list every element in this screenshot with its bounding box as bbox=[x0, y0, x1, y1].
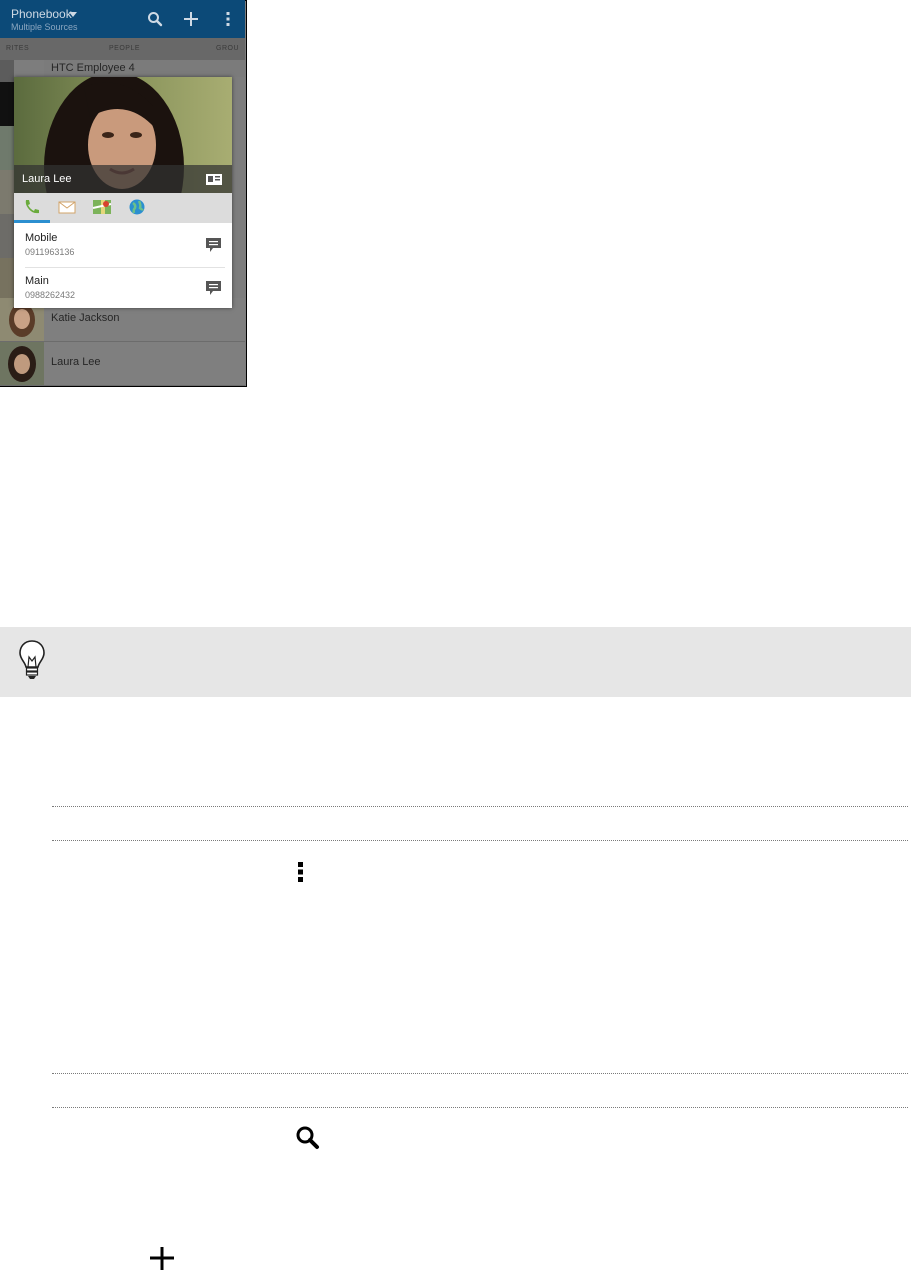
contact-name: Laura Lee bbox=[51, 356, 101, 368]
app-title[interactable]: Phonebook bbox=[11, 7, 72, 21]
search-icon bbox=[296, 1126, 319, 1149]
behind-entry-name: HTC Employee 4 bbox=[51, 62, 135, 74]
entry-number: 0988262432 bbox=[25, 290, 76, 300]
phonebook-action-bar: Phonebook Multiple Sources bbox=[0, 0, 245, 38]
app-subtitle: Multiple Sources bbox=[11, 22, 78, 32]
entry-label: Mobile bbox=[25, 232, 58, 244]
phonebook-tabs: RITES PEOPLE GROU bbox=[0, 38, 245, 60]
phone-icon[interactable] bbox=[22, 198, 42, 216]
message-icon[interactable] bbox=[206, 280, 221, 296]
entry-number: 0911963136 bbox=[25, 247, 75, 257]
contact-name: Katie Jackson bbox=[51, 312, 120, 324]
overflow-menu-icon[interactable] bbox=[219, 10, 237, 28]
active-tab-indicator bbox=[14, 220, 50, 223]
web-icon[interactable] bbox=[127, 198, 147, 216]
mail-icon[interactable] bbox=[57, 198, 77, 216]
table-rule bbox=[52, 840, 908, 841]
search-icon[interactable] bbox=[146, 10, 164, 28]
entry-label: Main bbox=[25, 275, 49, 287]
contact-name: Laura Lee bbox=[22, 173, 72, 185]
contact-avatar bbox=[0, 342, 44, 385]
table-rule bbox=[52, 1107, 908, 1108]
lightbulb-icon bbox=[19, 640, 45, 679]
list-thumbnails-strip bbox=[0, 60, 14, 325]
tip-box bbox=[0, 627, 911, 697]
plus-icon[interactable] bbox=[182, 10, 200, 28]
contact-name-bar: Laura Lee bbox=[14, 165, 232, 193]
contact-card-icon[interactable] bbox=[206, 174, 222, 185]
contact-entry-mobile[interactable]: Mobile 0911963136 bbox=[14, 225, 232, 267]
tab-favorites[interactable]: RITES bbox=[6, 45, 29, 52]
contact-entry-main[interactable]: Main 0988262432 bbox=[14, 268, 232, 308]
list-item[interactable]: Laura Lee bbox=[0, 342, 245, 386]
triangle-down-icon bbox=[69, 12, 77, 17]
contact-method-tabs bbox=[14, 193, 232, 223]
table-rule bbox=[52, 806, 908, 807]
table-rule bbox=[52, 1073, 908, 1074]
behind-list-entry: HTC Employee 4 bbox=[44, 60, 245, 77]
tab-people[interactable]: PEOPLE bbox=[109, 45, 140, 52]
overflow-menu-icon bbox=[298, 862, 303, 882]
quick-contact-card: Laura Lee Mobile 0911963136 Main 0988262… bbox=[14, 77, 232, 308]
plus-icon bbox=[150, 1247, 174, 1270]
tab-groups[interactable]: GROU bbox=[216, 45, 239, 52]
phonebook-screenshot: Phonebook Multiple Sources RITES PEOPLE … bbox=[0, 0, 247, 387]
message-icon[interactable] bbox=[206, 237, 221, 253]
map-icon[interactable] bbox=[92, 198, 112, 216]
